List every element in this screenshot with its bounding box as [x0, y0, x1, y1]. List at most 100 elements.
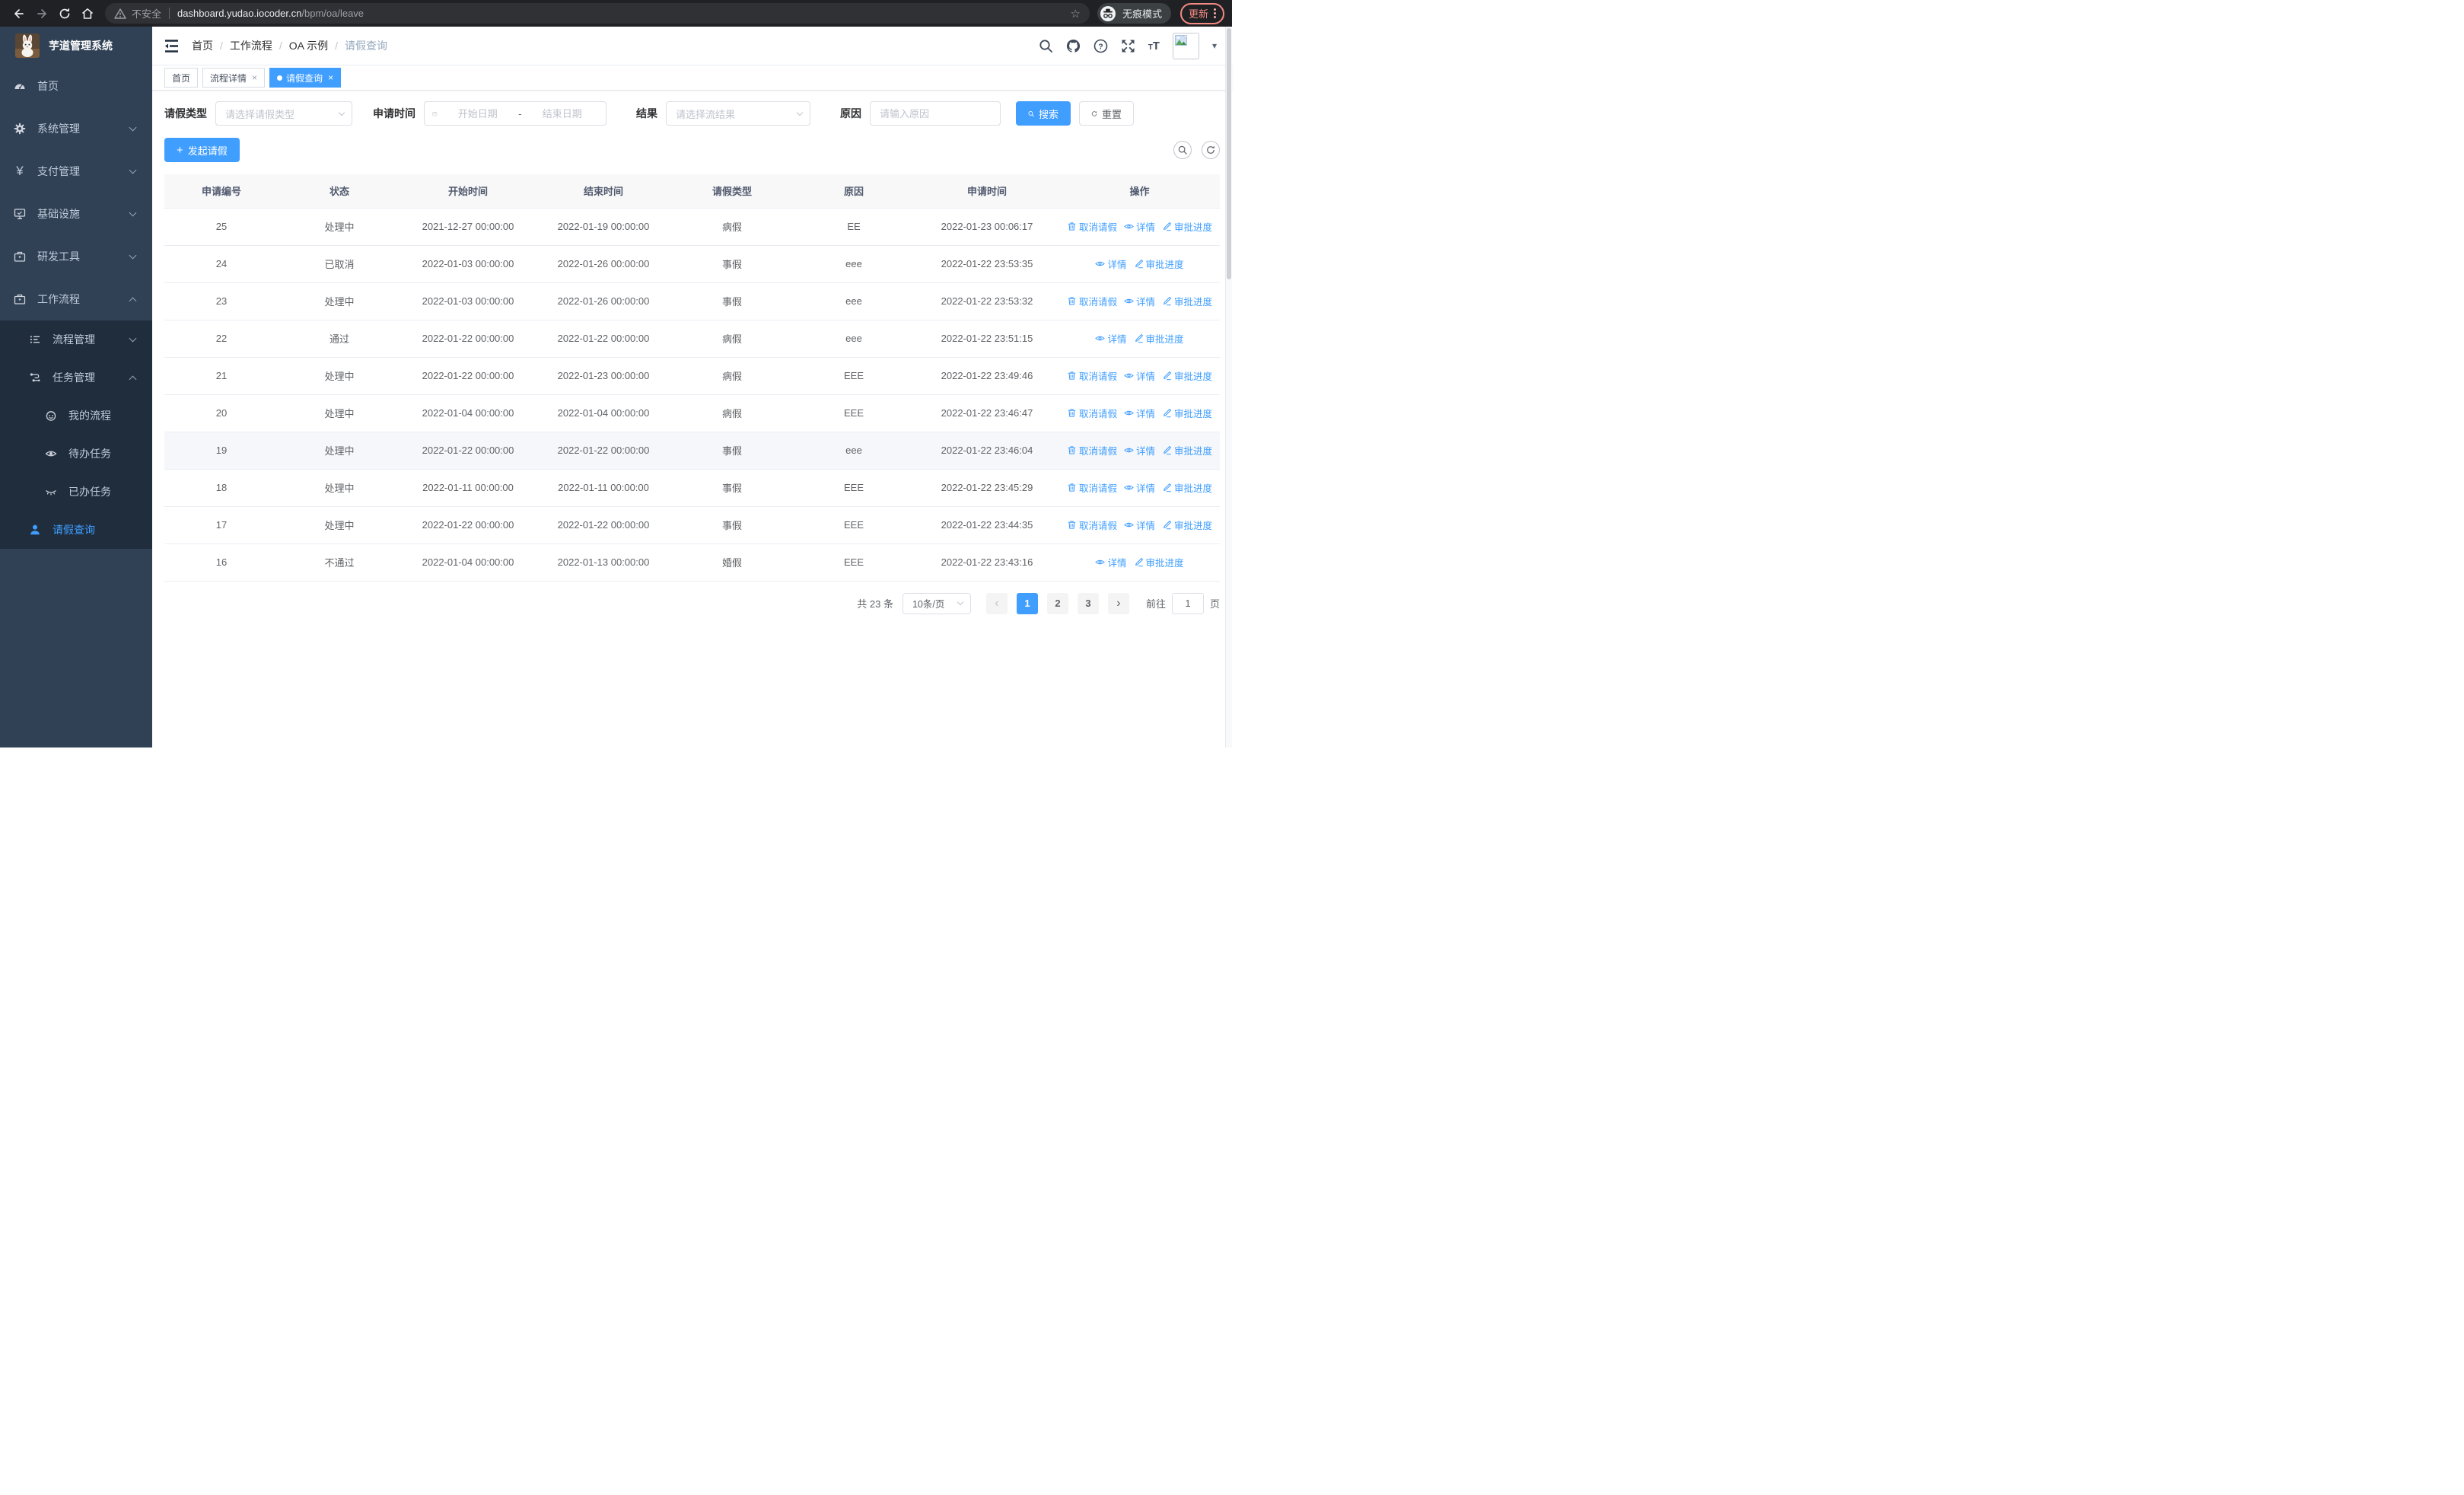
page-button-3[interactable]: 3 — [1077, 592, 1099, 614]
sidebar-item-task-mgmt[interactable]: 任务管理 — [0, 359, 152, 397]
face-icon — [46, 411, 56, 421]
detail-link[interactable]: 详情 — [1124, 294, 1155, 308]
close-icon[interactable]: × — [252, 72, 257, 83]
detail-link[interactable]: 详情 — [1124, 406, 1155, 420]
browser-back-icon[interactable] — [12, 7, 26, 21]
close-icon[interactable]: × — [328, 72, 333, 83]
broken-image-icon — [1175, 34, 1187, 46]
detail-link[interactable]: 详情 — [1124, 480, 1155, 495]
cell-leave-type: 病假 — [671, 394, 793, 432]
cell-leave-type: 病假 — [671, 320, 793, 358]
progress-link[interactable]: 审批进度 — [1162, 219, 1212, 234]
page-button-2[interactable]: 2 — [1046, 592, 1068, 614]
breadcrumb-home[interactable]: 首页 — [192, 38, 213, 53]
detail-link[interactable]: 详情 — [1124, 518, 1155, 532]
sidebar-item-system[interactable]: 系统管理 — [0, 107, 152, 150]
cancel-leave-link[interactable]: 取消请假 — [1067, 443, 1117, 457]
detail-link[interactable]: 详情 — [1095, 257, 1127, 271]
search-button[interactable]: 搜索 — [1016, 101, 1071, 126]
cancel-leave-link[interactable]: 取消请假 — [1067, 294, 1117, 308]
progress-link[interactable]: 审批进度 — [1162, 480, 1212, 495]
briefcase-icon — [14, 251, 26, 262]
page-button-1[interactable]: 1 — [1016, 592, 1038, 614]
sidebar-item-home[interactable]: 首页 — [0, 65, 152, 107]
table-search-button[interactable] — [1173, 141, 1192, 159]
browser-menu-icon[interactable] — [1214, 8, 1216, 18]
detail-link[interactable]: 详情 — [1124, 443, 1155, 457]
sidebar-item-leave-query[interactable]: 请假查询 — [0, 511, 152, 549]
date-separator: - — [518, 107, 522, 120]
avatar[interactable] — [1172, 32, 1199, 59]
progress-link[interactable]: 审批进度 — [1134, 555, 1184, 569]
cancel-leave-link[interactable]: 取消请假 — [1067, 480, 1117, 495]
font-size-icon[interactable]: TT — [1148, 40, 1160, 53]
fullscreen-icon[interactable] — [1121, 39, 1135, 53]
detail-link[interactable]: 详情 — [1124, 219, 1155, 234]
end-date-input[interactable] — [526, 107, 598, 120]
sidebar-item-process-mgmt[interactable]: 流程管理 — [0, 320, 152, 359]
reset-button[interactable]: 重置 — [1079, 101, 1134, 126]
detail-link[interactable]: 详情 — [1095, 555, 1127, 569]
sidebar-item-my-process[interactable]: 我的流程 — [0, 397, 152, 435]
edit-icon — [1135, 333, 1143, 343]
browser-forward-icon[interactable] — [35, 7, 49, 21]
help-icon[interactable]: ? — [1094, 39, 1108, 53]
progress-link[interactable]: 审批进度 — [1162, 518, 1212, 532]
goto-page-input[interactable] — [1171, 592, 1204, 614]
sidebar-item-todo-tasks[interactable]: 待办任务 — [0, 435, 152, 473]
browser-update-button[interactable]: 更新 — [1179, 2, 1224, 24]
url-bar[interactable]: 不安全 dashboard.yudao.iocoder.cn/bpm/oa/le… — [105, 3, 1090, 24]
sidebar-item-workflow[interactable]: 工作流程 — [0, 278, 152, 320]
breadcrumb-workflow[interactable]: 工作流程 — [230, 38, 272, 53]
tab-process-detail[interactable]: 流程详情 × — [202, 68, 266, 88]
progress-link[interactable]: 审批进度 — [1162, 294, 1212, 308]
cancel-leave-link[interactable]: 取消请假 — [1067, 368, 1117, 383]
search-icon[interactable] — [1039, 39, 1053, 53]
menu-label: 请假查询 — [53, 524, 95, 536]
cancel-leave-link[interactable]: 取消请假 — [1067, 406, 1117, 420]
col-reason: 原因 — [793, 174, 915, 209]
leave-type-select[interactable]: 请选择请假类型 — [215, 101, 352, 126]
scrollbar-thumb[interactable] — [1227, 28, 1231, 279]
edit-icon — [1164, 296, 1172, 306]
cancel-leave-link[interactable]: 取消请假 — [1067, 518, 1117, 532]
sidebar-item-payment[interactable]: ¥ 支付管理 — [0, 150, 152, 193]
tab-leave-query[interactable]: 请假查询 × — [269, 68, 342, 88]
sidebar-item-infra[interactable]: 基础设施 — [0, 193, 152, 235]
eye-closed-icon — [46, 489, 56, 496]
menu-label: 支付管理 — [37, 165, 80, 177]
table-header-row: 申请编号 状态 开始时间 结束时间 请假类型 原因 申请时间 操作 — [164, 174, 1220, 209]
progress-link[interactable]: 审批进度 — [1162, 368, 1212, 383]
page-scrollbar[interactable] — [1225, 27, 1232, 748]
breadcrumb-oa-example[interactable]: OA 示例 — [289, 38, 328, 53]
calendar-icon — [432, 111, 438, 116]
github-icon[interactable] — [1066, 39, 1081, 53]
next-page-button[interactable]: › — [1107, 592, 1129, 614]
apply-time-range-picker[interactable]: - — [424, 101, 606, 126]
bookmark-star-icon[interactable]: ☆ — [1071, 7, 1081, 21]
progress-link[interactable]: 审批进度 — [1134, 331, 1184, 346]
app-title: 芋道管理系统 — [49, 40, 113, 52]
detail-link[interactable]: 详情 — [1124, 368, 1155, 383]
progress-link[interactable]: 审批进度 — [1134, 257, 1184, 271]
reason-input[interactable] — [880, 107, 991, 120]
sidebar-toggle-icon[interactable] — [164, 39, 179, 53]
result-select[interactable]: 请选择流结果 — [666, 101, 810, 126]
browser-home-icon[interactable] — [81, 7, 94, 21]
sidebar-menu: 首页 系统管理 ¥ 支付管理 基础设施 研发工具 工作流程 流程管理 任务管理 … — [0, 65, 152, 549]
start-date-input[interactable] — [441, 107, 514, 120]
create-leave-button[interactable]: + 发起请假 — [164, 138, 240, 162]
sidebar-item-done-tasks[interactable]: 已办任务 — [0, 473, 152, 511]
view-icon — [1124, 448, 1134, 453]
progress-link[interactable]: 审批进度 — [1162, 406, 1212, 420]
caret-down-icon[interactable]: ▾ — [1212, 40, 1217, 51]
sidebar-item-devtools[interactable]: 研发工具 — [0, 235, 152, 278]
detail-link[interactable]: 详情 — [1095, 331, 1127, 346]
browser-reload-icon[interactable] — [58, 7, 72, 21]
prev-page-button[interactable]: ‹ — [985, 592, 1008, 614]
page-size-select[interactable]: 10条/页 — [902, 592, 971, 614]
progress-link[interactable]: 审批进度 — [1162, 443, 1212, 457]
tab-home[interactable]: 首页 — [164, 68, 199, 88]
cancel-leave-link[interactable]: 取消请假 — [1067, 219, 1117, 234]
table-refresh-button[interactable] — [1202, 141, 1220, 159]
